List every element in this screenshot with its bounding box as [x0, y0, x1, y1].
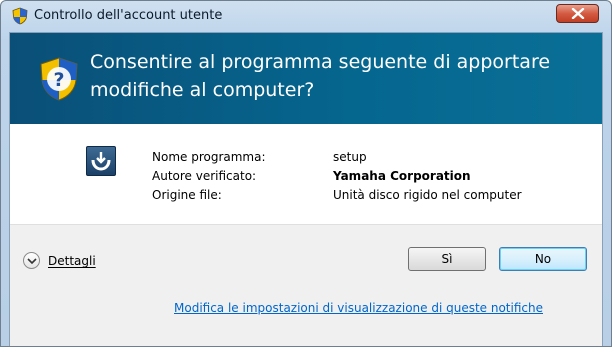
yes-button[interactable]: Sì [408, 247, 486, 271]
no-button[interactable]: No [499, 247, 587, 271]
setup-app-icon [86, 146, 116, 176]
file-origin-value: Unità disco rigido nel computer [333, 188, 522, 202]
window-title: Controllo dell'account utente [34, 8, 223, 23]
prompt-heading-line2: modifiche al computer? [90, 79, 315, 101]
close-icon [571, 8, 585, 19]
uac-question-shield-icon: ? [40, 57, 78, 101]
program-name-value: setup [333, 150, 367, 164]
uac-dialog-window: Controllo dell'account utente ? Consenti… [0, 0, 612, 347]
details-label: Dettagli [48, 254, 96, 268]
publisher-value: Yamaha Corporation [333, 169, 471, 183]
prompt-banner: ? Consentire al programma seguente di ap… [10, 33, 602, 124]
dialog-footer: Dettagli Sì No Modifica le impostazioni … [10, 224, 602, 346]
dialog-client-area: ? Consentire al programma seguente di ap… [9, 32, 603, 346]
program-name-label: Nome programma: [152, 150, 266, 164]
prompt-heading: Consentire al programma seguente di appo… [90, 48, 590, 104]
close-button[interactable] [556, 4, 599, 23]
svg-text:?: ? [53, 69, 64, 91]
notification-settings-link[interactable]: Modifica le impostazioni di visualizzazi… [174, 301, 543, 315]
uac-shield-icon [12, 7, 28, 25]
file-origin-label: Origine file: [152, 188, 222, 202]
chevron-down-icon [23, 252, 40, 269]
publisher-label: Autore verificato: [152, 169, 257, 183]
prompt-heading-line1: Consentire al programma seguente di appo… [90, 51, 551, 73]
title-bar[interactable]: Controllo dell'account utente [1, 1, 611, 32]
